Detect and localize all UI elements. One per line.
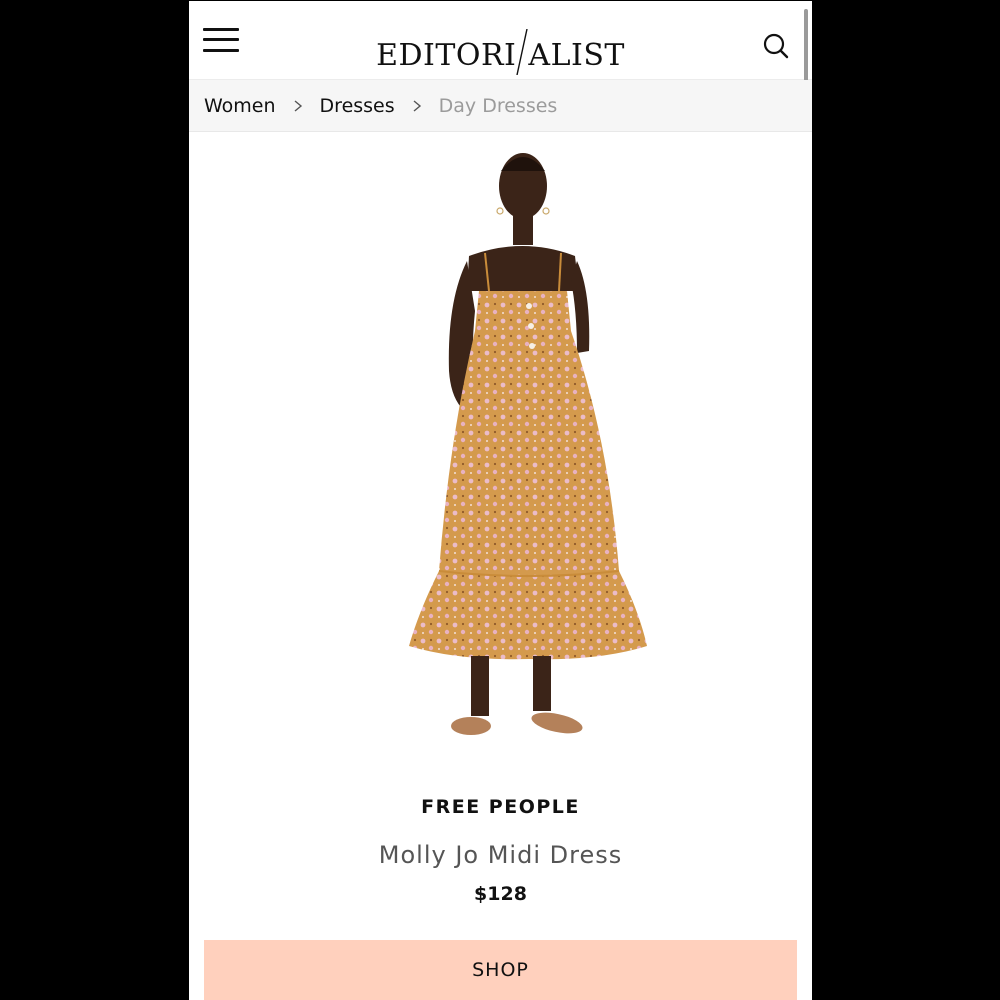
logo-slash: [516, 19, 529, 77]
site-header: EDITORI ALIST: [189, 1, 812, 101]
breadcrumb-item-day-dresses: Day Dresses: [438, 94, 558, 117]
search-icon[interactable]: [761, 31, 791, 61]
breadcrumb: Women Dresses Day Dresses: [189, 80, 812, 132]
mobile-screen: EDITORI ALIST Women Dresses Day Dresses: [189, 1, 812, 1000]
product-image[interactable]: [339, 141, 662, 761]
shop-button[interactable]: SHOP: [204, 940, 797, 1000]
product-name: Molly Jo Midi Dress: [378, 841, 623, 869]
product-brand[interactable]: FREE PEOPLE: [189, 796, 812, 818]
logo-text-left: EDITORI: [376, 38, 517, 73]
breadcrumb-item-women[interactable]: Women: [204, 95, 276, 117]
chevron-right-icon: [294, 99, 302, 112]
chevron-right-icon: [413, 99, 421, 112]
breadcrumb-item-dresses[interactable]: Dresses: [320, 95, 395, 117]
logo-text-right: ALIST: [528, 38, 625, 73]
product-price: $128: [474, 883, 527, 905]
site-logo[interactable]: EDITORI ALIST: [189, 19, 812, 77]
